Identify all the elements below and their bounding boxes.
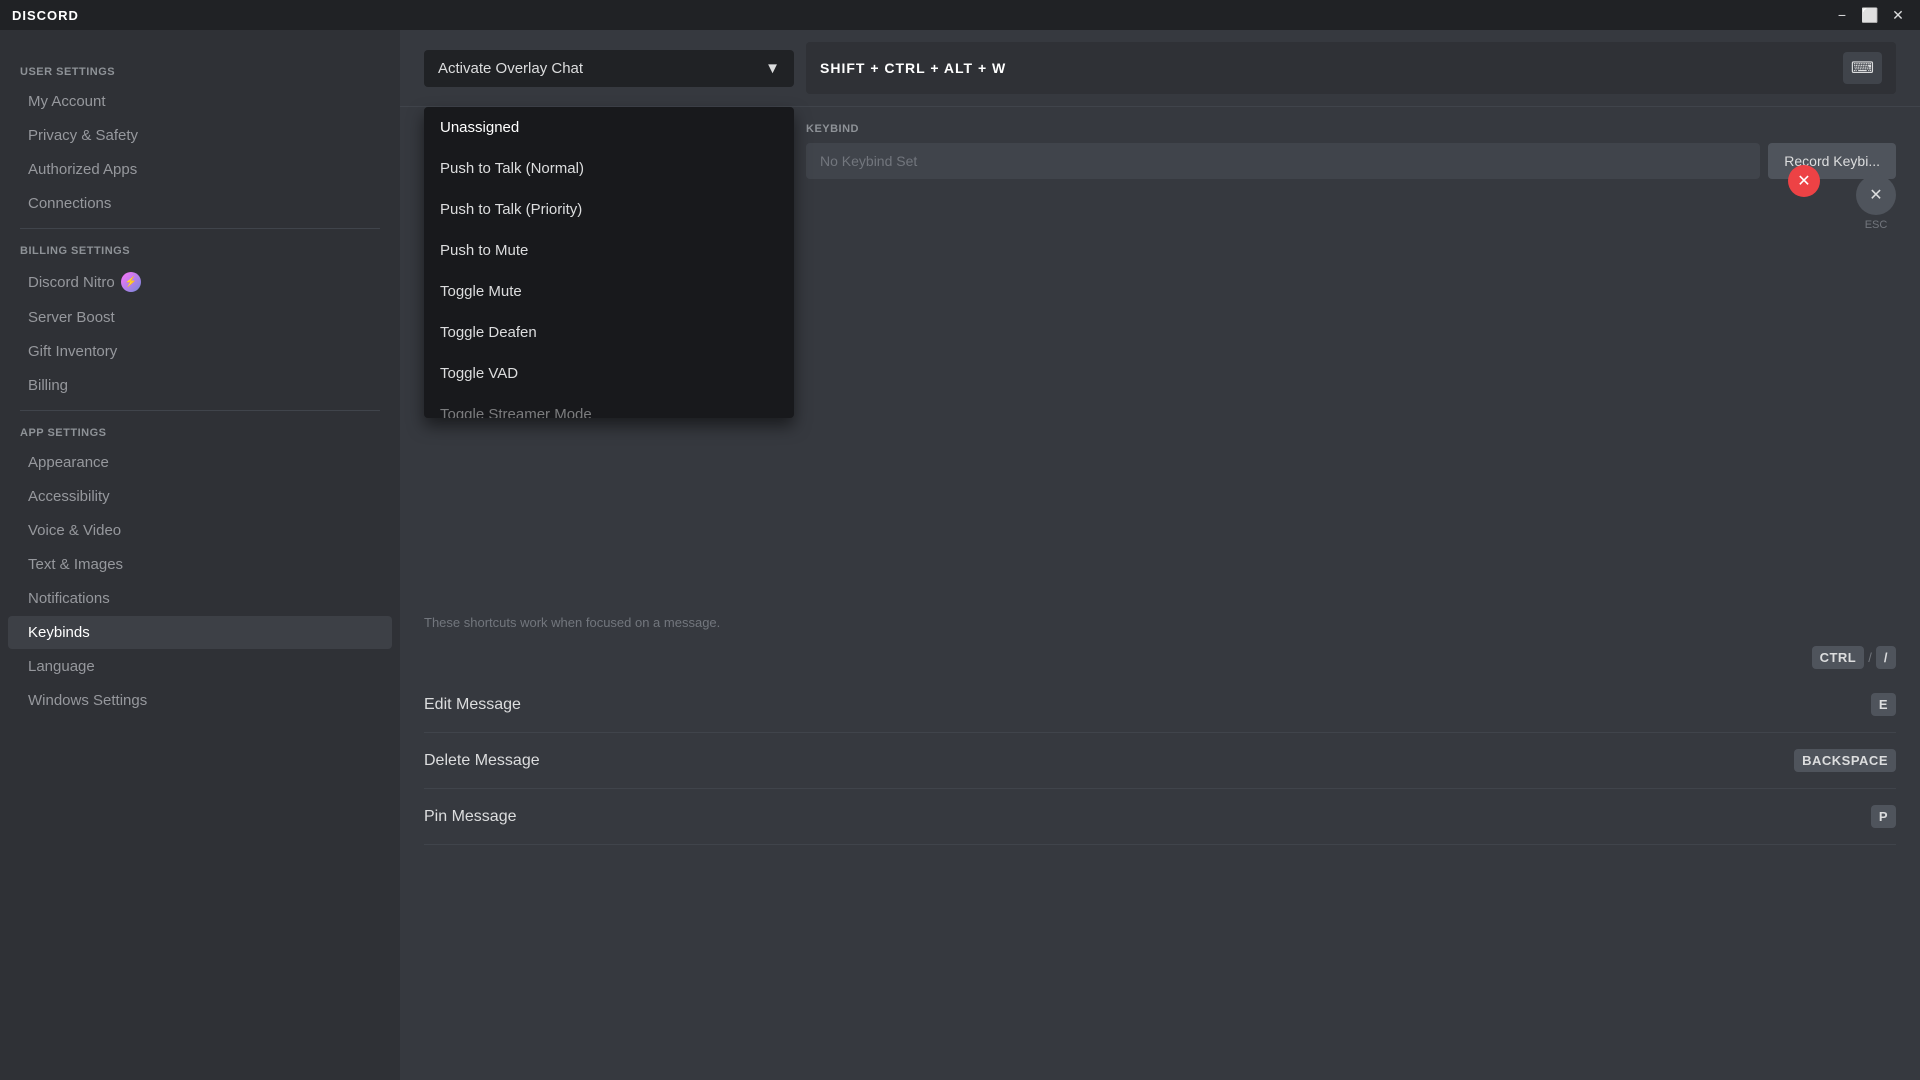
ctrl-badge: CTRL [1812, 646, 1865, 669]
content-inner: ACTION Unassigned ▼ KEYBIND No Keybind S… [400, 107, 1920, 869]
dropdown-item-toggle-deafen[interactable]: Toggle Deafen [424, 312, 794, 353]
billing-settings-header: BILLING SETTINGS [0, 239, 400, 263]
sidebar-item-label: Authorized Apps [28, 161, 137, 178]
ctrl-slash-row: CTRL / / [424, 646, 1896, 669]
content-area: Activate Overlay Chat ▼ SHIFT + CTRL + A… [400, 30, 1920, 1080]
keybind-section-hint: These shortcuts work when focused on a m… [424, 615, 1896, 630]
sidebar-item-server-boost[interactable]: Server Boost [8, 301, 392, 334]
sidebar-item-accessibility[interactable]: Accessibility [8, 480, 392, 513]
window-controls: − ⬜ ✕ [1832, 5, 1908, 25]
dropdown-item-push-to-mute[interactable]: Push to Mute [424, 230, 794, 271]
sidebar-item-label: Privacy & Safety [28, 127, 138, 144]
sidebar-item-label: Accessibility [28, 488, 110, 505]
sidebar-item-label: Connections [28, 195, 111, 212]
sidebar-item-language[interactable]: Language [8, 650, 392, 683]
dropdown-item-toggle-streamer-mode[interactable]: Toggle Streamer Mode [424, 394, 794, 418]
sidebar-item-authorized-apps[interactable]: Authorized Apps [8, 153, 392, 186]
dropdown-item-push-to-talk-normal[interactable]: Push to Talk (Normal) [424, 148, 794, 189]
action-dropdown-value: Activate Overlay Chat [438, 60, 583, 77]
pin-message-label: Pin Message [424, 808, 517, 826]
action-dropdown-top[interactable]: Activate Overlay Chat ▼ [424, 50, 794, 87]
sidebar-item-label: Appearance [28, 454, 109, 471]
edit-message-badges: E [1871, 693, 1896, 716]
sidebar-item-my-account[interactable]: My Account [8, 85, 392, 118]
sidebar-item-connections[interactable]: Connections [8, 187, 392, 220]
nitro-icon: ⚡ [121, 272, 141, 292]
dropdown-item-toggle-mute[interactable]: Toggle Mute [424, 271, 794, 312]
user-settings-header: USER SETTINGS [0, 60, 400, 84]
delete-message-badge-backspace: BACKSPACE [1794, 749, 1896, 772]
divider-2 [20, 410, 380, 411]
sidebar-item-discord-nitro[interactable]: Discord Nitro ⚡ [8, 264, 392, 300]
sidebar-item-label: Keybinds [28, 624, 90, 641]
chevron-down-icon: ▼ [765, 60, 780, 77]
keyboard-icon-button[interactable]: ⌨ [1843, 52, 1882, 84]
maximize-button[interactable]: ⬜ [1860, 5, 1880, 25]
titlebar: DISCORD − ⬜ ✕ [0, 0, 1920, 30]
sidebar-item-label: Discord Nitro [28, 274, 115, 291]
action-dropdown-menu[interactable]: Unassigned Push to Talk (Normal) Push to… [424, 107, 794, 418]
sidebar-item-label: Billing [28, 377, 68, 394]
esc-button[interactable]: ✕ [1856, 175, 1896, 215]
app-logo: DISCORD [12, 8, 79, 23]
close-edit-button[interactable]: ✕ [1788, 165, 1820, 197]
sidebar-item-label: Windows Settings [28, 692, 147, 709]
sidebar-item-label: Server Boost [28, 309, 115, 326]
sidebar-item-label: Gift Inventory [28, 343, 117, 360]
app-layout: USER SETTINGS My Account Privacy & Safet… [0, 30, 1920, 1080]
dropdown-item-toggle-vad[interactable]: Toggle VAD [424, 353, 794, 394]
close-window-button[interactable]: ✕ [1888, 5, 1908, 25]
record-keybind-button[interactable]: Record Keybi... [1768, 143, 1896, 179]
sidebar-item-windows-settings[interactable]: Windows Settings [8, 684, 392, 717]
sidebar: USER SETTINGS My Account Privacy & Safet… [0, 30, 400, 1080]
keybind-item-delete-message: Delete Message BACKSPACE [424, 733, 1896, 789]
dropdown-item-push-to-talk-priority[interactable]: Push to Talk (Priority) [424, 189, 794, 230]
keybind-column: KEYBIND No Keybind Set Record Keybi... [806, 123, 1896, 179]
sidebar-item-voice-video[interactable]: Voice & Video [8, 514, 392, 547]
slash-divider: / [1868, 650, 1872, 665]
sidebar-item-appearance[interactable]: Appearance [8, 446, 392, 479]
keybind-item-pin-message: Pin Message P [424, 789, 1896, 845]
keybind-value: SHIFT + CTRL + ALT + W [820, 60, 1833, 76]
delete-message-badges: BACKSPACE [1794, 749, 1896, 772]
sidebar-item-gift-inventory[interactable]: Gift Inventory [8, 335, 392, 368]
app-settings-header: APP SETTINGS [0, 421, 400, 445]
keybind-top-row: Activate Overlay Chat ▼ SHIFT + CTRL + A… [400, 30, 1920, 107]
dropdown-item-unassigned[interactable]: Unassigned [424, 107, 794, 148]
keybind-input-row: No Keybind Set Record Keybi... [806, 143, 1896, 179]
keybind-input[interactable]: No Keybind Set [806, 143, 1760, 179]
sidebar-item-label: Notifications [28, 590, 110, 607]
sidebar-item-privacy-safety[interactable]: Privacy & Safety [8, 119, 392, 152]
sidebar-item-label: Language [28, 658, 95, 675]
keybind-column-label: KEYBIND [806, 123, 1896, 135]
sidebar-item-label: Voice & Video [28, 522, 121, 539]
divider-1 [20, 228, 380, 229]
sidebar-item-keybinds[interactable]: Keybinds [8, 616, 392, 649]
slash-badge: / [1876, 646, 1896, 669]
keybind-display-top: SHIFT + CTRL + ALT + W ⌨ [806, 42, 1896, 94]
esc-label: ESC [1865, 219, 1888, 231]
sidebar-item-notifications[interactable]: Notifications [8, 582, 392, 615]
sidebar-item-billing[interactable]: Billing [8, 369, 392, 402]
pin-message-badges: P [1871, 805, 1896, 828]
sidebar-item-label: Text & Images [28, 556, 123, 573]
sidebar-item-label: My Account [28, 93, 106, 110]
keybind-item-edit-message: Edit Message E [424, 677, 1896, 733]
edit-message-badge-e: E [1871, 693, 1896, 716]
sidebar-item-text-images[interactable]: Text & Images [8, 548, 392, 581]
delete-message-label: Delete Message [424, 752, 540, 770]
edit-message-label: Edit Message [424, 696, 521, 714]
pin-message-badge-p: P [1871, 805, 1896, 828]
esc-container: ✕ ESC [1856, 175, 1896, 231]
minimize-button[interactable]: − [1832, 5, 1852, 25]
ctrl-slash-badges: CTRL / / [1812, 646, 1896, 669]
